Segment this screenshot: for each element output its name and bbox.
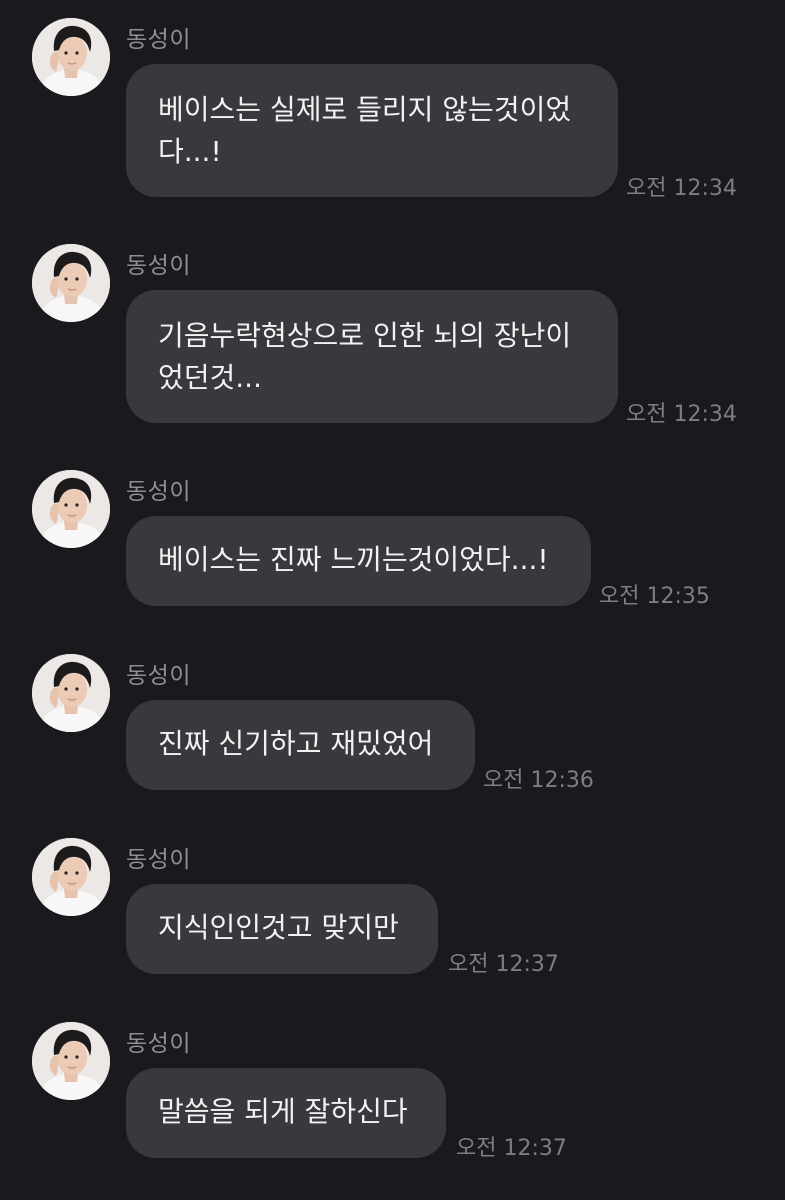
sender-name: 동성이 [126,1031,191,1057]
message-timestamp: 오전 12:34 [626,176,737,201]
profile-photo-icon [32,1022,110,1100]
profile-photo-icon [32,244,110,322]
message-bubble[interactable]: 베이스는 진짜 느끼는것이었다...! [126,516,591,606]
profile-photo-icon [32,654,110,732]
profile-photo-icon [32,18,110,96]
message-timestamp: 오전 12:37 [456,1136,567,1161]
sender-name: 동성이 [126,253,191,279]
message-bubble[interactable]: 지식인인것고 맞지만 [126,884,438,974]
avatar[interactable] [32,470,110,548]
message-bubble[interactable]: 기음누락현상으로 인한 뇌의 장난이 었던것... [126,290,618,423]
sender-name: 동성이 [126,479,191,505]
chat-message-list[interactable]: 동성이 베이스는 실제로 들리지 않는것이었 다...! 오전 12:34 동성… [0,0,785,1200]
avatar[interactable] [32,1022,110,1100]
sender-name: 동성이 [126,27,191,53]
message-timestamp: 오전 12:36 [483,768,594,793]
profile-photo-icon [32,838,110,916]
message-timestamp: 오전 12:35 [599,584,710,609]
message-bubble[interactable]: 베이스는 실제로 들리지 않는것이었 다...! [126,64,618,197]
avatar[interactable] [32,18,110,96]
message-bubble[interactable]: 진짜 신기하고 재밌었어 [126,700,475,790]
avatar[interactable] [32,654,110,732]
message-timestamp: 오전 12:37 [448,952,559,977]
sender-name: 동성이 [126,847,191,873]
avatar[interactable] [32,838,110,916]
message-bubble[interactable]: 말씀을 되게 잘하신다 [126,1068,446,1158]
message-timestamp: 오전 12:34 [626,402,737,427]
sender-name: 동성이 [126,663,191,689]
avatar[interactable] [32,244,110,322]
profile-photo-icon [32,470,110,548]
